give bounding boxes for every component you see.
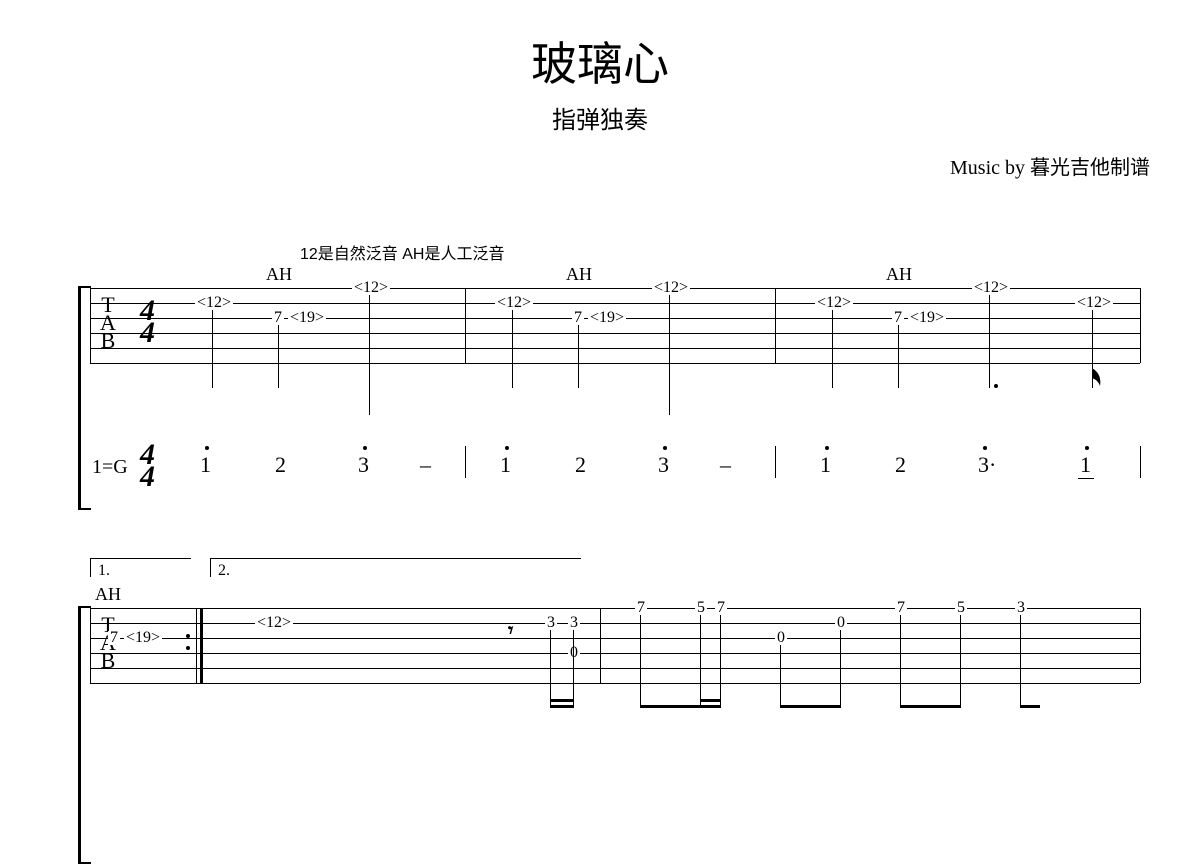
tab-fret: <12> [255, 616, 293, 630]
tab-clef-b: B [100, 332, 116, 350]
tab-fret: 7 [895, 601, 907, 615]
tab-fret: 0 [568, 646, 580, 660]
timesig-bottom: 4 [140, 466, 155, 488]
eighth-rest-icon: 𝄾 [508, 620, 513, 643]
jianpu-note: 1 [500, 452, 511, 478]
composer-credit: Music by 暮光吉他制谱 [0, 151, 1150, 180]
tab-fret: <19> [908, 311, 946, 325]
tab-fret: 7 [635, 601, 647, 615]
tab-fret: 7 [272, 311, 284, 325]
eighth-flag-icon [1092, 368, 1106, 402]
song-subtitle: 指弹独奏 [0, 100, 1200, 135]
tab-fret: <12> [1075, 296, 1113, 310]
volta-2 [210, 558, 581, 577]
jianpu-note: 2 [895, 452, 906, 478]
tab-fret: <12> [815, 296, 853, 310]
tab-fret: <12> [352, 281, 390, 295]
tab-fret: <12> [495, 296, 533, 310]
volta-1-label: 1. [98, 562, 110, 580]
harmonic-annotation: 12是自然泛音 AH是人工泛音 [300, 240, 504, 264]
song-title: 玻璃心 [0, 28, 1200, 94]
timesig-bottom: 4 [140, 322, 155, 344]
ah-label: AH [266, 264, 292, 285]
jianpu-note: 3· [978, 452, 996, 478]
tab-clef-b: B [100, 652, 116, 670]
jianpu-note: 1 [200, 452, 211, 478]
tab-fret: 0 [835, 616, 847, 630]
jianpu-note: 1 [820, 452, 831, 478]
tab-fret: <12> [195, 296, 233, 310]
tab-fret: 3 [545, 616, 557, 630]
tab-fret: <12> [652, 281, 690, 295]
ah-label: AH [95, 584, 121, 605]
tab-fret: <19> [288, 311, 326, 325]
tab-fret: <19> [124, 631, 162, 645]
jianpu-dash: – [420, 452, 431, 478]
jianpu-note: 3 [658, 452, 669, 478]
tab-fret: 7 [715, 601, 727, 615]
jianpu-note: 1 [1080, 452, 1091, 478]
jianpu-note: 3 [358, 452, 369, 478]
tab-fret: 5 [955, 601, 967, 615]
tab-fret: 7 [572, 311, 584, 325]
repeat-dots-icon [186, 626, 190, 658]
tab-fret: 3 [568, 616, 580, 630]
jianpu-dash: – [720, 452, 731, 478]
tab-fret: 7 [108, 631, 120, 645]
jianpu-note: 2 [575, 452, 586, 478]
jianpu-note: 2 [275, 452, 286, 478]
tab-fret: <12> [972, 281, 1010, 295]
tab-fret: 7 [892, 311, 904, 325]
tab-fret: <19> [588, 311, 626, 325]
tab-fret: 3 [1015, 601, 1027, 615]
ah-label: AH [566, 264, 592, 285]
tab-fret: 0 [775, 631, 787, 645]
volta-2-label: 2. [218, 562, 230, 580]
key-signature-label: 1=G [92, 456, 128, 479]
tab-fret: 5 [695, 601, 707, 615]
ah-label: AH [886, 264, 912, 285]
